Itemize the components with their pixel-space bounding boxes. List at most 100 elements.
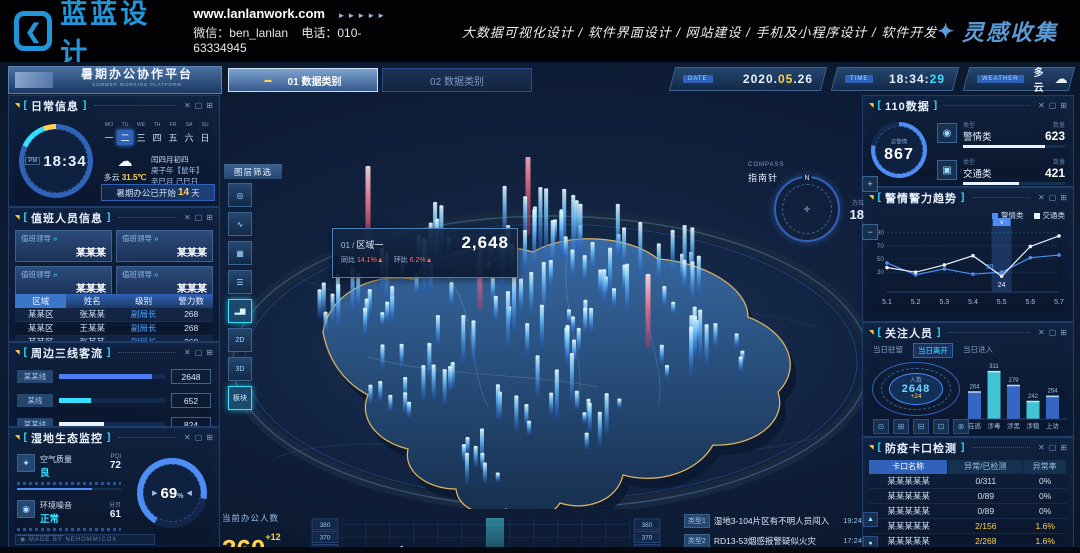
svg-text:380: 380 bbox=[642, 522, 653, 529]
window-controls: ✕ ▢⊞ bbox=[1038, 101, 1067, 110]
duty-leader-card[interactable]: 值班领导 »某某某 bbox=[116, 230, 213, 262]
weekday-cn[interactable]: 六 bbox=[181, 130, 197, 145]
table-row[interactable]: 某某某某某2/1561.6% bbox=[869, 519, 1067, 534]
window-icon[interactable]: ▢ bbox=[195, 101, 203, 110]
layer-button-2d[interactable]: 2D bbox=[228, 328, 252, 352]
svg-text:370: 370 bbox=[320, 535, 331, 542]
flow-row: 某线652 bbox=[17, 393, 211, 408]
layer-button-bar-chart[interactable]: ▂▆ bbox=[228, 299, 252, 323]
panel-title: 日常信息 bbox=[31, 98, 79, 114]
close-icon[interactable]: ✕ bbox=[1038, 101, 1045, 110]
close-icon[interactable]: ✕ bbox=[184, 433, 191, 442]
tab-data-category-1[interactable]: 01 数据类别 bbox=[228, 68, 378, 92]
layer-button-3d[interactable]: 3D bbox=[228, 357, 252, 381]
window-controls: ✕ ▢⊞ bbox=[1038, 193, 1067, 202]
window-icon[interactable]: ▢ bbox=[195, 348, 203, 357]
svg-text:上访: 上访 bbox=[1046, 421, 1060, 430]
layer-button-grid[interactable]: ▦ bbox=[228, 241, 252, 265]
alert-row[interactable]: 类型1湿地3-104片区有不明人员闯入19:24 bbox=[684, 512, 862, 529]
eco-gauge: ▶ 69% ◀ bbox=[137, 458, 207, 528]
svg-text:380: 380 bbox=[320, 522, 331, 529]
platform-subtitle: SUMMER WORKING PLATFORM bbox=[61, 81, 212, 91]
flow-label: 某某线 bbox=[17, 418, 53, 427]
window-icon[interactable]: ▢ bbox=[195, 433, 203, 442]
data-category-tabs: 01 数据类别02 数据类别 bbox=[228, 68, 532, 92]
svg-text:涉毒: 涉毒 bbox=[988, 421, 1002, 430]
window-icon[interactable]: ▢ bbox=[1049, 328, 1057, 337]
close-icon[interactable]: ✕ bbox=[1038, 328, 1045, 337]
table-row[interactable]: 某某某某某0/890% bbox=[869, 489, 1067, 504]
weekday-cn[interactable]: 一 bbox=[101, 130, 117, 145]
window-icon[interactable]: ▢ bbox=[1049, 193, 1057, 202]
expand-icon[interactable]: ⊞ bbox=[206, 101, 213, 110]
layer-button-location[interactable]: ◎ bbox=[228, 183, 252, 207]
compass-dial[interactable]: N ✛ bbox=[774, 176, 840, 242]
expand-icon[interactable]: ⊞ bbox=[1060, 193, 1067, 202]
map-tooltip: 01 / 区域一 2,648 同比 14.1%▲ 环比 6.2%▲ bbox=[332, 228, 518, 278]
table-row[interactable]: 某某区张某某副局长268 bbox=[15, 308, 213, 322]
focus-icon-1[interactable]: ⊙ bbox=[873, 419, 889, 434]
checkpoint-col-2: 异常/已检测 bbox=[948, 460, 1023, 474]
weekday-cn[interactable]: 日 bbox=[197, 130, 213, 145]
checkpoint-table: 卡口名称异常/已检测异常率某某某某某0/3110%某某某某某0/890%某某某某… bbox=[869, 460, 1067, 549]
table-row[interactable]: 某某区王某某副局长268 bbox=[15, 322, 213, 336]
window-icon[interactable]: ▢ bbox=[1049, 101, 1057, 110]
clock-time: 18:34 bbox=[43, 153, 86, 170]
window-icon[interactable]: ▢ bbox=[1049, 443, 1057, 452]
cp-rate: 1.6% bbox=[1023, 519, 1067, 533]
expand-icon[interactable]: ⊞ bbox=[1060, 443, 1067, 452]
layer-button-block[interactable]: 板块 bbox=[228, 386, 252, 410]
expand-icon[interactable]: ⊞ bbox=[206, 213, 213, 222]
weekday-cn[interactable]: 五 bbox=[165, 130, 181, 145]
layer-button-signal[interactable]: ∿ bbox=[228, 212, 252, 236]
eco-slider[interactable] bbox=[17, 488, 121, 490]
checkpoint-col-1[interactable]: 卡口名称 bbox=[869, 460, 948, 474]
weekday-cn[interactable]: 二 bbox=[117, 130, 133, 145]
focus-icon-2[interactable]: ⊞ bbox=[893, 419, 909, 434]
focus-tab-2[interactable]: 当日离开 bbox=[913, 343, 953, 358]
focus-tab-1[interactable]: 当日驻留 bbox=[869, 343, 907, 358]
made-by-credit: ◉ MADE BY NEHOMMICOK bbox=[15, 534, 155, 545]
zoom-in-button[interactable]: + bbox=[862, 176, 878, 192]
focus-delta: +24 bbox=[873, 393, 959, 401]
type-name: 警情类 bbox=[963, 129, 992, 143]
flow-value: 2648 bbox=[171, 369, 211, 384]
weekday-en: SA bbox=[182, 122, 196, 127]
duty-leader-card[interactable]: 值班领导 »某某某 bbox=[15, 230, 112, 262]
close-icon[interactable]: ✕ bbox=[184, 348, 191, 357]
table-row[interactable]: 某某某某某0/890% bbox=[869, 504, 1067, 519]
expand-icon[interactable]: ⊞ bbox=[206, 348, 213, 357]
duty-name: 某某某 bbox=[21, 280, 106, 295]
inspiration-collect[interactable]: ✦ 灵感收集 bbox=[937, 15, 1058, 47]
flow-track bbox=[59, 374, 165, 379]
close-icon[interactable]: ✕ bbox=[184, 101, 191, 110]
zoom-out-button[interactable]: − bbox=[862, 224, 878, 240]
expand-icon[interactable]: ⊞ bbox=[206, 433, 213, 442]
weather-segment: WEATHER 多云 ☁ bbox=[963, 67, 1075, 91]
weekday-cn[interactable]: 四 bbox=[149, 130, 165, 145]
alarm-icon: ◉ bbox=[937, 123, 957, 143]
flow-label: 某某线 bbox=[17, 370, 53, 383]
expand-icon[interactable]: ⊞ bbox=[1060, 101, 1067, 110]
tab-data-category-2[interactable]: 02 数据类别 bbox=[382, 68, 532, 92]
focus-icon-4[interactable]: ⊡ bbox=[933, 419, 949, 434]
close-icon[interactable]: ✕ bbox=[1038, 443, 1045, 452]
window-icon[interactable]: ▢ bbox=[195, 213, 203, 222]
close-icon[interactable]: ✕ bbox=[184, 213, 191, 222]
cp-rate: 1.6% bbox=[1023, 534, 1067, 548]
panel-checkpoint: ◥[ 防疫卡口检测 ]✕▢⊞ 卡口名称异常/已检测异常率某某某某某0/3110%… bbox=[862, 437, 1074, 549]
close-icon[interactable]: ✕ bbox=[1038, 193, 1045, 202]
weekday-en: MO bbox=[102, 122, 116, 127]
table-row[interactable]: 某某某某某0/3110% bbox=[869, 474, 1067, 489]
weekday-cn[interactable]: 三 bbox=[133, 130, 149, 145]
website-link[interactable]: www.lanlanwork.com bbox=[193, 6, 325, 21]
type-name: 交通类 bbox=[963, 166, 992, 180]
weekday-en: SU bbox=[198, 122, 212, 127]
expand-icon[interactable]: ⊞ bbox=[1060, 328, 1067, 337]
focus-icon-3[interactable]: ⊟ bbox=[913, 419, 929, 434]
layer-button-list[interactable]: ☰ bbox=[228, 270, 252, 294]
scroll-up-icon[interactable]: ▲ bbox=[863, 512, 878, 527]
services-list: 大数据可视化设计 / 软件界面设计 / 网站建设 / 手机及小程序设计 / 软件… bbox=[462, 22, 937, 41]
duty-cell: 副局长 bbox=[118, 308, 169, 321]
call-type-row: ◉类型数量警情类623 bbox=[937, 120, 1065, 148]
